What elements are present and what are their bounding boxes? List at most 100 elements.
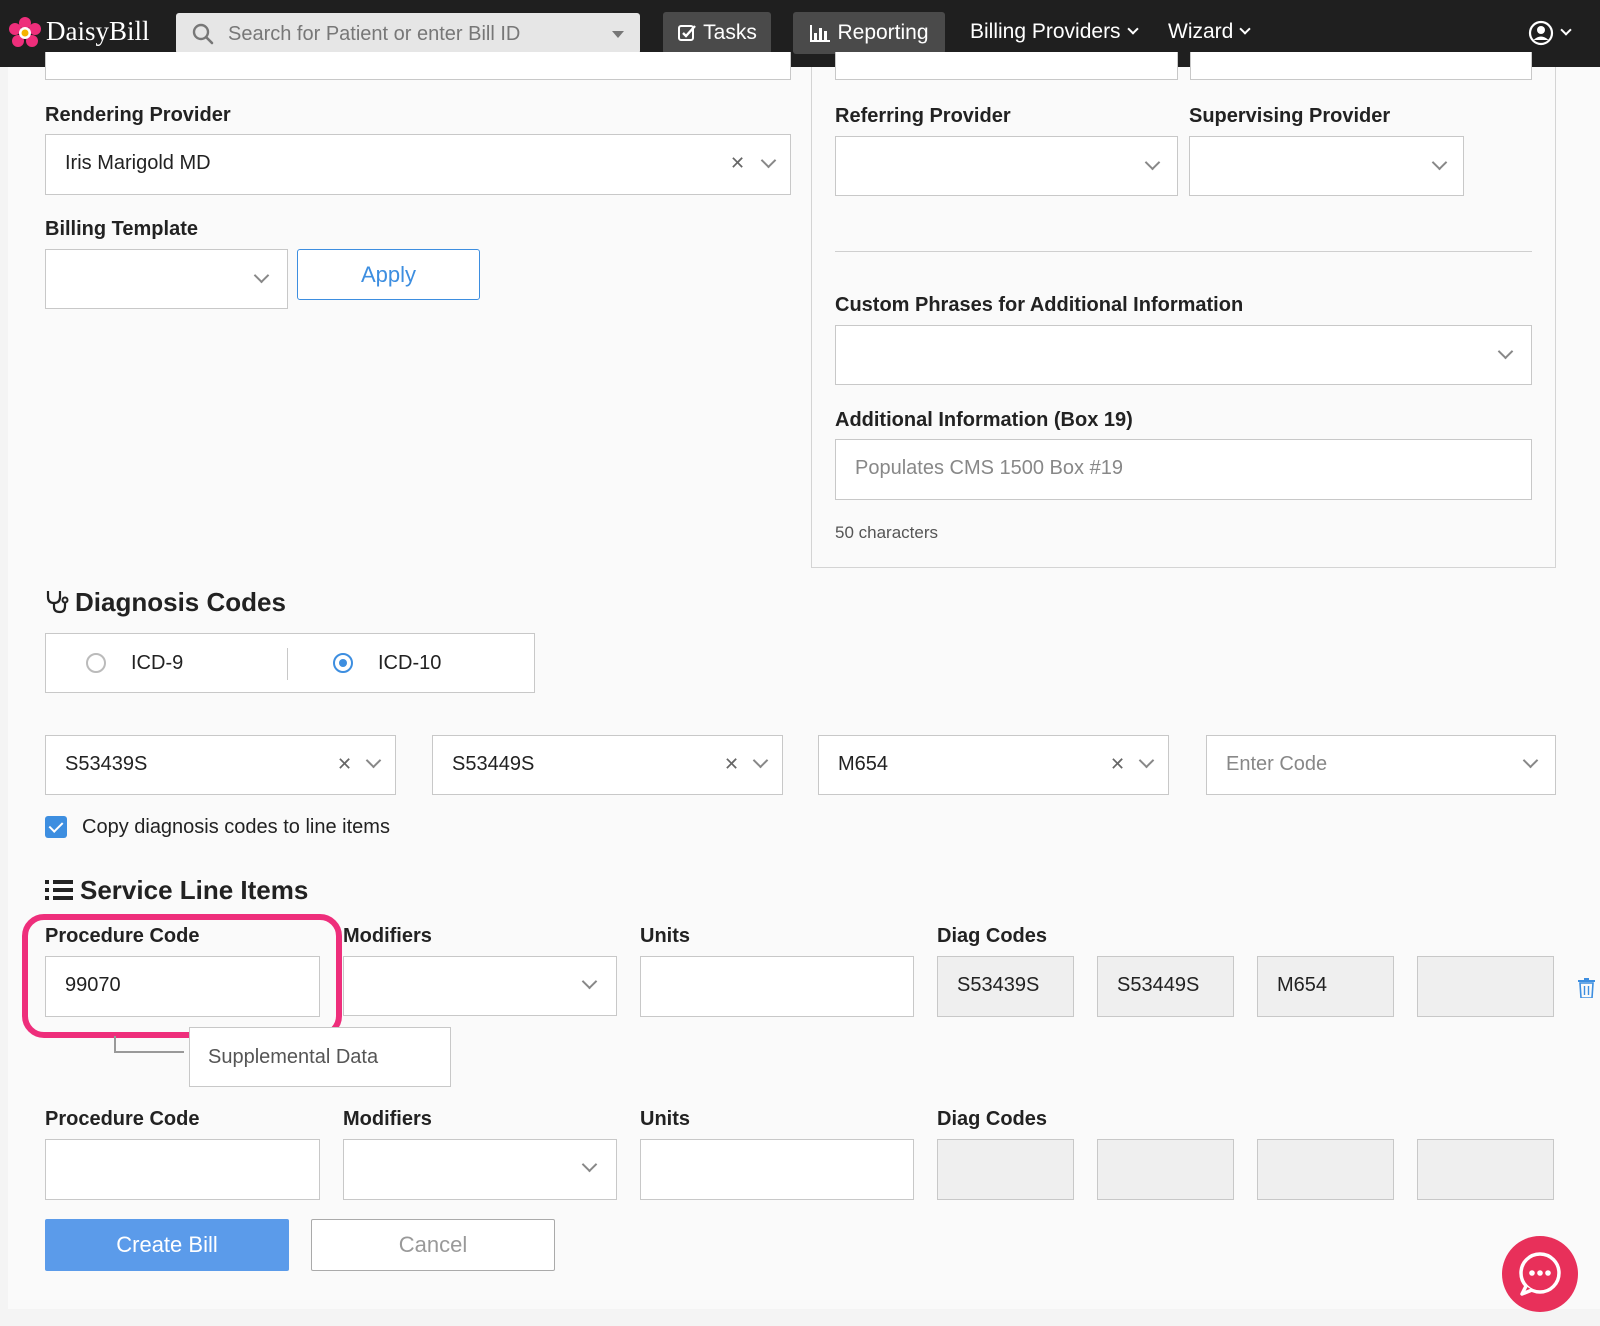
modifiers-label: Modifiers (343, 925, 432, 947)
additional-info-input[interactable]: Populates CMS 1500 Box #19 (835, 439, 1532, 500)
divider (287, 648, 288, 680)
diag-code-value: M654 (1277, 974, 1328, 996)
chat-bubble-icon (1519, 1252, 1561, 1296)
icd-version-toggle: ICD-9 ICD-10 (45, 633, 535, 693)
diag-code-cell (937, 1139, 1074, 1200)
clear-icon[interactable]: ✕ (724, 754, 739, 775)
tasks-button[interactable]: Tasks (663, 12, 771, 54)
diag-code-cell (1417, 1139, 1554, 1200)
chevron-down-icon[interactable] (1497, 343, 1514, 360)
reporting-label: Reporting (837, 21, 929, 44)
divider (835, 251, 1532, 252)
supplemental-data-input[interactable]: Supplemental Data (189, 1027, 451, 1087)
diagnosis-code-value: S53449S (452, 753, 535, 775)
additional-info-label: Additional Information (Box 19) (835, 409, 1133, 431)
procedure-code-highlight (22, 914, 342, 1038)
diag-code-cell: S53439S (937, 956, 1074, 1017)
create-bill-button[interactable]: Create Bill (45, 1219, 289, 1271)
supervising-provider-select[interactable] (1189, 136, 1464, 196)
custom-phrases-select[interactable] (835, 325, 1532, 385)
chevron-down-icon[interactable] (1522, 752, 1539, 769)
checkbox-icon (678, 25, 697, 41)
modifiers-select[interactable] (343, 1139, 617, 1200)
copy-diagnosis-label[interactable]: Copy diagnosis codes to line items (82, 816, 390, 839)
chevron-down-icon[interactable] (581, 1156, 598, 1173)
icd10-label[interactable]: ICD-10 (378, 652, 441, 675)
previous-field[interactable] (1190, 52, 1532, 80)
supplemental-connector (114, 1036, 184, 1053)
apply-template-button[interactable]: Apply (297, 249, 480, 300)
tasks-label: Tasks (703, 21, 757, 44)
stethoscope-icon (46, 591, 69, 614)
rendering-provider-label: Rendering Provider (45, 104, 231, 126)
icd9-radio[interactable] (86, 653, 106, 673)
diagnosis-code-select-1[interactable]: S53439S ✕ (45, 735, 396, 795)
trash-icon[interactable] (1578, 978, 1595, 998)
diagnosis-code-select-4[interactable]: Enter Code (1206, 735, 1556, 795)
billing-providers-label: Billing Providers (970, 20, 1121, 43)
wizard-menu[interactable]: Wizard (1168, 20, 1252, 44)
diag-code-cell (1257, 1139, 1394, 1200)
previous-field[interactable] (835, 52, 1178, 80)
diag-code-cell (1417, 956, 1554, 1017)
chevron-down-icon[interactable] (365, 752, 382, 769)
service-line-items-heading: Service Line Items (80, 875, 309, 905)
units-label: Units (640, 925, 690, 947)
character-count: 50 characters (835, 523, 938, 542)
chevron-down-icon (1239, 23, 1252, 35)
diagnosis-code-value: S53439S (65, 753, 148, 775)
procedure-code-label: Procedure Code (45, 1108, 200, 1130)
referring-provider-select[interactable] (835, 136, 1178, 196)
user-account-icon[interactable] (1528, 20, 1554, 46)
chevron-down-icon[interactable] (1138, 752, 1155, 769)
search-placeholder: Search for Patient or enter Bill ID (228, 23, 521, 45)
chevron-down-icon[interactable] (752, 752, 769, 769)
diagnosis-code-select-3[interactable]: M654 ✕ (818, 735, 1169, 795)
modifiers-select[interactable] (343, 956, 617, 1016)
icd9-label[interactable]: ICD-9 (131, 652, 183, 675)
list-icon (45, 880, 73, 900)
diag-codes-label: Diag Codes (937, 1108, 1048, 1130)
diag-code-cell (1097, 1139, 1234, 1200)
supplemental-data-placeholder: Supplemental Data (208, 1046, 379, 1068)
units-input[interactable] (640, 956, 914, 1017)
clear-icon[interactable]: ✕ (1110, 754, 1125, 775)
diagnosis-code-select-2[interactable]: S53449S ✕ (432, 735, 783, 795)
units-input[interactable] (640, 1139, 914, 1200)
billing-template-label: Billing Template (45, 218, 198, 240)
diagnosis-codes-heading: Diagnosis Codes (75, 587, 286, 617)
diagnosis-code-value: M654 (838, 753, 889, 775)
chevron-down-icon[interactable] (581, 973, 598, 990)
cancel-button[interactable]: Cancel (311, 1219, 555, 1271)
billing-template-select[interactable] (45, 249, 288, 309)
previous-field[interactable] (45, 52, 791, 80)
additional-info-placeholder: Populates CMS 1500 Box #19 (855, 457, 1123, 479)
chevron-down-icon[interactable] (760, 152, 777, 169)
diag-codes-label: Diag Codes (937, 925, 1048, 947)
brand-name[interactable]: DaisyBill (46, 16, 150, 47)
icd10-radio[interactable] (333, 653, 353, 673)
daisy-logo-icon[interactable] (8, 16, 42, 50)
modifiers-label: Modifiers (343, 1108, 432, 1130)
enter-code-placeholder: Enter Code (1226, 753, 1328, 775)
rendering-provider-value: Iris Marigold MD (65, 152, 211, 174)
rendering-provider-select[interactable]: Iris Marigold MD ✕ (45, 134, 791, 195)
custom-phrases-label: Custom Phrases for Additional Informatio… (835, 294, 1244, 316)
chat-button[interactable] (1502, 1236, 1578, 1312)
clear-icon[interactable]: ✕ (730, 153, 745, 174)
clear-icon[interactable]: ✕ (337, 754, 352, 775)
wizard-label: Wizard (1168, 20, 1234, 43)
reporting-button[interactable]: Reporting (793, 12, 945, 54)
referring-provider-label: Referring Provider (835, 105, 1011, 127)
chevron-down-icon[interactable] (1431, 154, 1448, 171)
caret-down-icon[interactable] (612, 31, 624, 38)
chevron-down-icon[interactable] (253, 267, 270, 284)
procedure-code-input[interactable] (45, 1139, 320, 1200)
billing-providers-menu[interactable]: Billing Providers (970, 20, 1139, 44)
search-icon (192, 23, 214, 45)
patient-search[interactable]: Search for Patient or enter Bill ID (176, 13, 640, 54)
chevron-down-icon[interactable] (1144, 154, 1161, 171)
copy-diagnosis-checkbox[interactable] (45, 816, 67, 838)
bar-chart-icon (810, 25, 831, 42)
diag-code-value: S53449S (1117, 974, 1200, 996)
